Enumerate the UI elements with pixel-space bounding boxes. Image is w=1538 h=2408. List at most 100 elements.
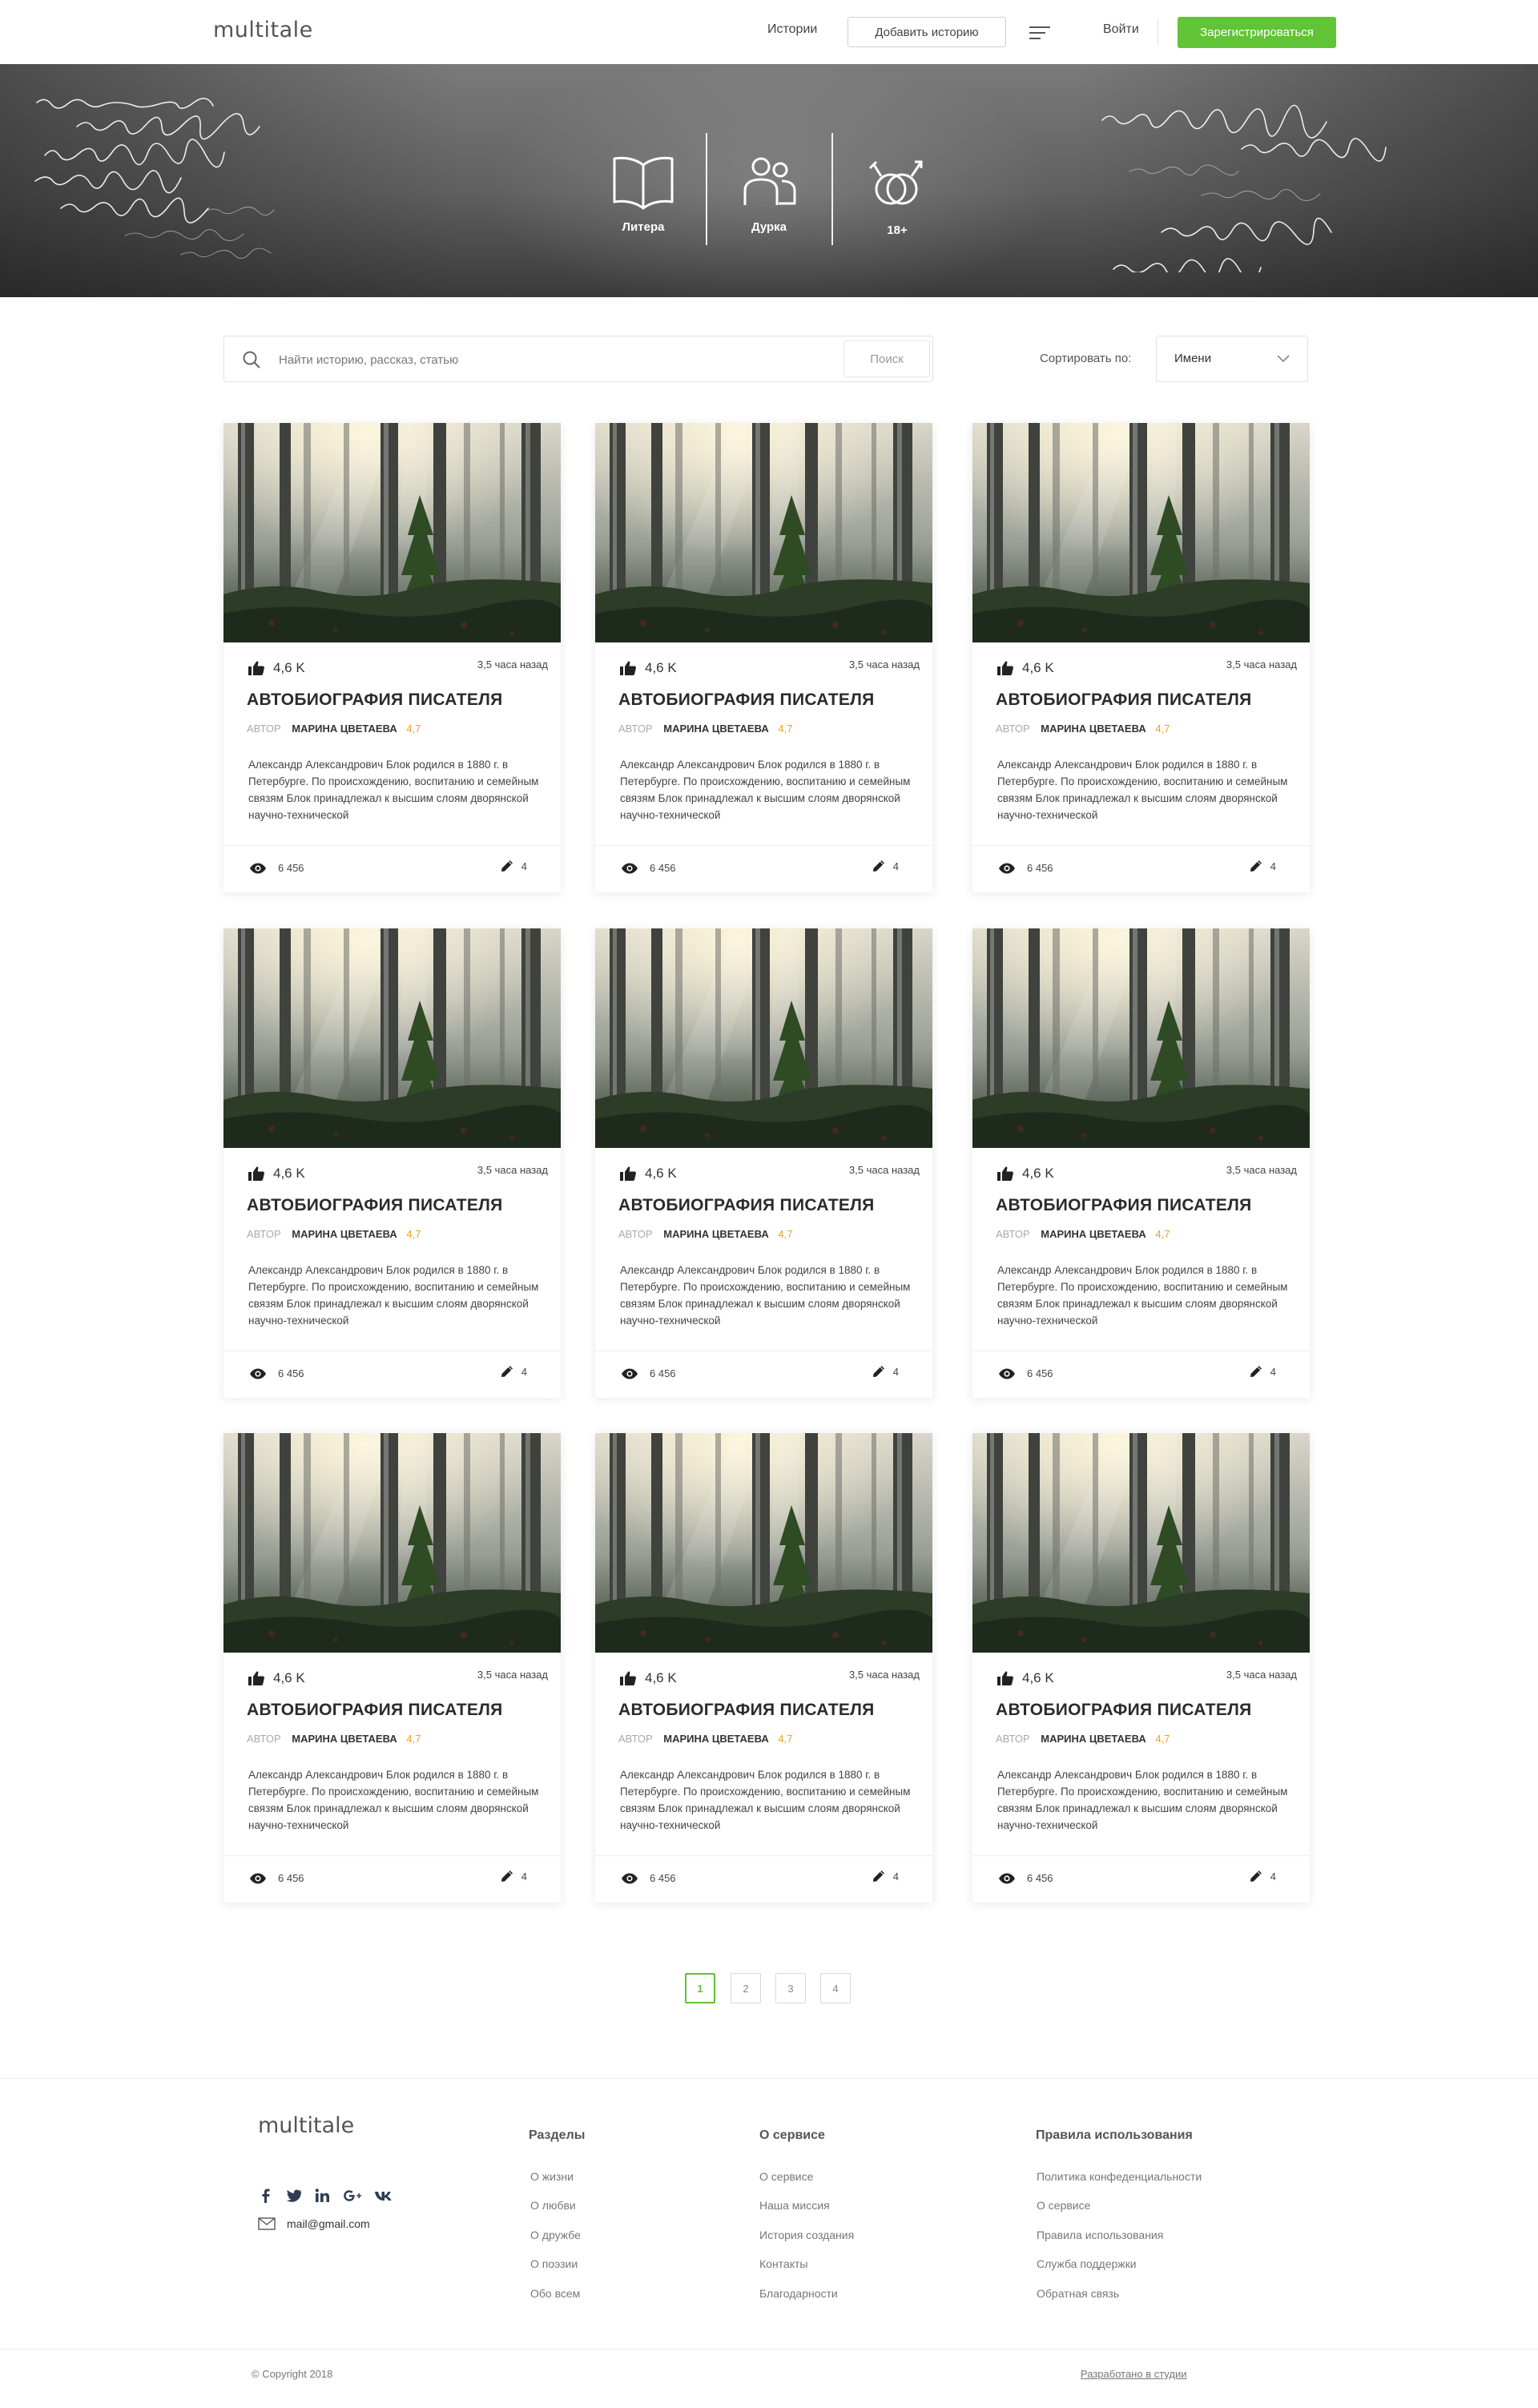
story-card[interactable]: 4,6 K 3,5 часа назад АВТОБИОГРАФИЯ ПИСАТ…: [595, 423, 932, 892]
story-cover-image[interactable]: [595, 423, 932, 642]
category-durka[interactable]: Дурка: [713, 152, 825, 234]
nav-stories-link[interactable]: Истории: [767, 22, 817, 37]
comments-counter[interactable]: 4: [872, 860, 899, 872]
studio-link[interactable]: Разработано в студии: [1081, 2368, 1187, 2380]
story-cover-image[interactable]: [223, 1433, 561, 1653]
login-link[interactable]: Войти: [1103, 22, 1139, 37]
category-litera[interactable]: Литера: [587, 152, 699, 234]
story-cover-image[interactable]: [595, 928, 932, 1148]
likes-counter[interactable]: 4,6 K: [619, 1166, 677, 1182]
author-name[interactable]: МАРИНА ЦВЕТАЕВА: [663, 1733, 769, 1745]
story-card[interactable]: 4,6 K 3,5 часа назад АВТОБИОГРАФИЯ ПИСАТ…: [972, 928, 1310, 1398]
author-name[interactable]: МАРИНА ЦВЕТАЕВА: [663, 1228, 769, 1240]
comments-counter[interactable]: 4: [501, 860, 527, 872]
author-label: АВТОР: [996, 723, 1030, 735]
author-name[interactable]: МАРИНА ЦВЕТАЕВА: [292, 1228, 397, 1240]
story-card[interactable]: 4,6 K 3,5 часа назад АВТОБИОГРАФИЯ ПИСАТ…: [972, 1433, 1310, 1903]
story-card[interactable]: 4,6 K 3,5 часа назад АВТОБИОГРАФИЯ ПИСАТ…: [595, 1433, 932, 1903]
comments-counter[interactable]: 4: [872, 1365, 899, 1378]
story-title[interactable]: АВТОБИОГРАФИЯ ПИСАТЕЛЯ: [996, 691, 1252, 710]
story-title[interactable]: АВТОБИОГРАФИЯ ПИСАТЕЛЯ: [618, 1701, 875, 1720]
comments-count: 4: [521, 860, 527, 872]
footer-link[interactable]: Служба поддержки: [1037, 2257, 1137, 2270]
footer-link[interactable]: Наша миссия: [759, 2199, 830, 2212]
story-cover-image[interactable]: [223, 423, 561, 642]
author-name[interactable]: МАРИНА ЦВЕТАЕВА: [663, 723, 769, 735]
page-button[interactable]: 4: [820, 1973, 851, 2003]
author-name[interactable]: МАРИНА ЦВЕТАЕВА: [1041, 723, 1146, 735]
add-story-button[interactable]: Добавить историю: [848, 17, 1006, 47]
sort-select[interactable]: Имени: [1156, 336, 1308, 382]
footer-link[interactable]: Обратная связь: [1037, 2287, 1119, 2300]
footer-link[interactable]: Правила использования: [1037, 2229, 1163, 2241]
story-cover-image[interactable]: [972, 423, 1310, 642]
author-name[interactable]: МАРИНА ЦВЕТАЕВА: [1041, 1733, 1146, 1745]
comments-counter[interactable]: 4: [501, 1365, 527, 1378]
story-title[interactable]: АВТОБИОГРАФИЯ ПИСАТЕЛЯ: [618, 691, 875, 710]
google-plus-icon[interactable]: [343, 2188, 364, 2204]
twitter-icon[interactable]: [285, 2188, 303, 2204]
footer-link[interactable]: Контакты: [759, 2257, 807, 2270]
footer-link[interactable]: Благодарности: [759, 2287, 838, 2300]
story-title[interactable]: АВТОБИОГРАФИЯ ПИСАТЕЛЯ: [996, 1196, 1252, 1215]
story-title[interactable]: АВТОБИОГРАФИЯ ПИСАТЕЛЯ: [996, 1701, 1252, 1720]
footer-link[interactable]: О жизни: [530, 2170, 574, 2183]
register-button[interactable]: Зарегистрироваться: [1178, 17, 1336, 48]
footer-link[interactable]: О сервисе: [759, 2170, 813, 2183]
thumbs-up-icon: [620, 661, 636, 675]
story-title[interactable]: АВТОБИОГРАФИЯ ПИСАТЕЛЯ: [247, 1196, 503, 1215]
likes-counter[interactable]: 4,6 K: [619, 1670, 677, 1686]
story-title[interactable]: АВТОБИОГРАФИЯ ПИСАТЕЛЯ: [247, 691, 503, 710]
likes-counter[interactable]: 4,6 K: [619, 660, 677, 676]
email-text: mail@gmail.com: [287, 2217, 370, 2230]
likes-counter[interactable]: 4,6 K: [996, 1166, 1054, 1182]
site-logo[interactable]: multitale: [213, 18, 313, 42]
vk-icon[interactable]: [374, 2188, 395, 2204]
story-cover-image[interactable]: [972, 1433, 1310, 1653]
facebook-icon[interactable]: [257, 2188, 275, 2204]
views-counter: 6 456: [249, 862, 304, 874]
likes-counter[interactable]: 4,6 K: [248, 1670, 305, 1686]
story-card[interactable]: 4,6 K 3,5 часа назад АВТОБИОГРАФИЯ ПИСАТ…: [223, 423, 561, 892]
likes-counter[interactable]: 4,6 K: [996, 660, 1054, 676]
story-title[interactable]: АВТОБИОГРАФИЯ ПИСАТЕЛЯ: [618, 1196, 875, 1215]
story-title[interactable]: АВТОБИОГРАФИЯ ПИСАТЕЛЯ: [247, 1701, 503, 1720]
story-card[interactable]: 4,6 K 3,5 часа назад АВТОБИОГРАФИЯ ПИСАТ…: [223, 928, 561, 1398]
author-row: АВТОР МАРИНА ЦВЕТАЕВА 4,7: [618, 723, 792, 735]
story-card[interactable]: 4,6 K 3,5 часа назад АВТОБИОГРАФИЯ ПИСАТ…: [595, 928, 932, 1398]
comments-counter[interactable]: 4: [1250, 1870, 1276, 1883]
footer-link[interactable]: О любви: [530, 2199, 576, 2212]
author-name[interactable]: МАРИНА ЦВЕТАЕВА: [1041, 1228, 1146, 1240]
linkedin-icon[interactable]: [314, 2188, 332, 2204]
category-adult[interactable]: 18+: [841, 152, 953, 237]
comments-counter[interactable]: 4: [501, 1870, 527, 1883]
likes-counter[interactable]: 4,6 K: [996, 1670, 1054, 1686]
footer-email[interactable]: mail@gmail.com: [258, 2217, 370, 2230]
story-card[interactable]: 4,6 K 3,5 часа назад АВТОБИОГРАФИЯ ПИСАТ…: [223, 1433, 561, 1903]
story-cover-image[interactable]: [223, 928, 561, 1148]
footer-link[interactable]: О поэзии: [530, 2257, 578, 2270]
story-cover-image[interactable]: [595, 1433, 932, 1653]
likes-counter[interactable]: 4,6 K: [248, 1166, 305, 1182]
footer-link[interactable]: О дружбе: [530, 2229, 581, 2241]
likes-counter[interactable]: 4,6 K: [248, 660, 305, 676]
comments-counter[interactable]: 4: [1250, 1365, 1276, 1378]
comments-counter[interactable]: 4: [872, 1870, 899, 1883]
comments-counter[interactable]: 4: [1250, 860, 1276, 872]
search-button[interactable]: Поиск: [843, 340, 930, 377]
story-card[interactable]: 4,6 K 3,5 часа назад АВТОБИОГРАФИЯ ПИСАТ…: [972, 423, 1310, 892]
page-button[interactable]: 2: [731, 1973, 761, 2003]
page-button[interactable]: 1: [685, 1973, 715, 2003]
footer-link[interactable]: О сервисе: [1037, 2199, 1090, 2212]
author-name[interactable]: МАРИНА ЦВЕТАЕВА: [292, 723, 397, 735]
footer-link[interactable]: Политика конфеденциальности: [1037, 2170, 1202, 2183]
menu-icon[interactable]: [1029, 25, 1050, 41]
eye-icon: [250, 863, 266, 873]
search-input[interactable]: [279, 348, 823, 372]
footer-logo[interactable]: multitale: [258, 2113, 354, 2138]
page-button[interactable]: 3: [775, 1973, 806, 2003]
story-cover-image[interactable]: [972, 928, 1310, 1148]
footer-link[interactable]: Обо всем: [530, 2287, 580, 2300]
footer-link[interactable]: История создания: [759, 2229, 854, 2241]
author-name[interactable]: МАРИНА ЦВЕТАЕВА: [292, 1733, 397, 1745]
